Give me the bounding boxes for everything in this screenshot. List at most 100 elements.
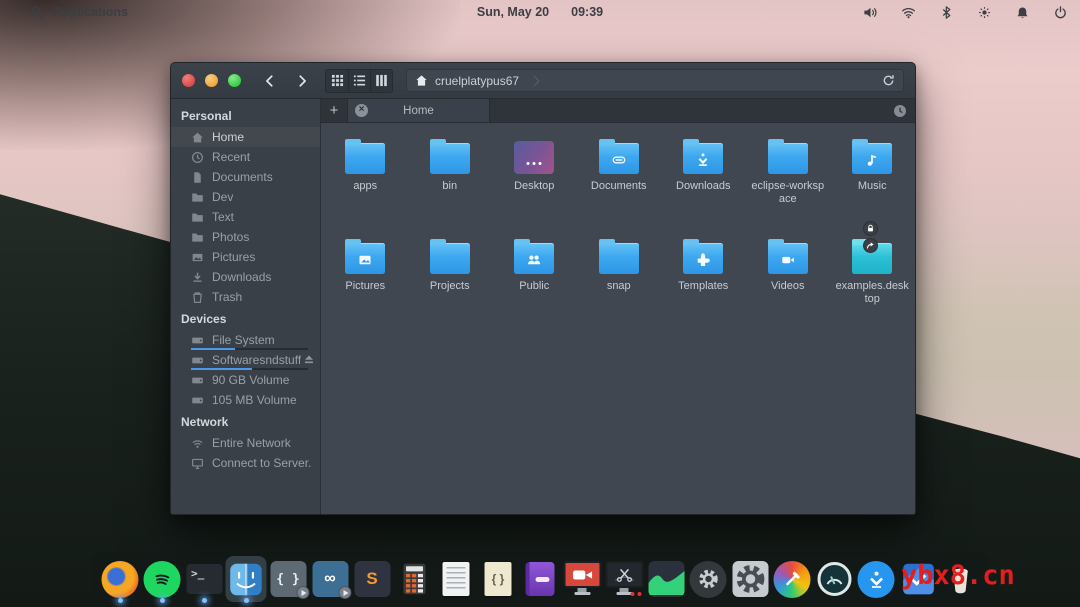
clock[interactable]: Sun, May 20 09:39 bbox=[477, 5, 603, 19]
dock-screen-recorder-icon[interactable] bbox=[562, 556, 603, 602]
file-projects[interactable]: Projects bbox=[408, 228, 493, 320]
notifications-icon[interactable] bbox=[1015, 5, 1030, 20]
file-label: examples.desktop bbox=[834, 280, 910, 306]
list-view-button[interactable] bbox=[348, 70, 370, 92]
file-videos[interactable]: Videos bbox=[746, 228, 831, 320]
search-icon bbox=[30, 5, 45, 20]
dock-text-editor-icon[interactable] bbox=[436, 556, 477, 602]
tab-history-icon[interactable] bbox=[893, 104, 907, 118]
dock-downloader-icon[interactable] bbox=[856, 556, 897, 602]
folder-icon bbox=[599, 143, 639, 174]
sidebar-item-file-system[interactable]: File System bbox=[171, 330, 320, 350]
folder-icon bbox=[191, 231, 204, 244]
sidebar-item-label: Recent bbox=[212, 150, 250, 164]
wifi-icon[interactable] bbox=[901, 5, 916, 20]
dock-journal-icon[interactable] bbox=[520, 556, 561, 602]
forward-button[interactable] bbox=[289, 68, 315, 94]
breadcrumb-location[interactable]: cruelplatypus67 bbox=[435, 74, 519, 88]
arrow-emblem-icon bbox=[695, 152, 712, 169]
sidebar-item-photos[interactable]: Photos bbox=[171, 227, 320, 247]
dock-gauge-icon[interactable] bbox=[814, 556, 855, 602]
dock-sublime-text-icon[interactable]: S bbox=[352, 556, 393, 602]
dock-code-file-icon[interactable]: { } bbox=[478, 556, 519, 602]
file-label: bin bbox=[442, 180, 457, 193]
file-music[interactable]: Music bbox=[830, 128, 915, 220]
note-emblem-icon bbox=[864, 152, 881, 169]
file-bin[interactable]: bin bbox=[408, 128, 493, 220]
titlebar[interactable]: cruelplatypus67 bbox=[171, 63, 915, 99]
volume-icon[interactable] bbox=[863, 5, 878, 20]
bluetooth-icon[interactable] bbox=[939, 5, 954, 20]
tab-home[interactable]: × Home bbox=[348, 99, 490, 122]
dock-system-monitor-icon[interactable] bbox=[646, 556, 687, 602]
file-label: Documents bbox=[591, 180, 647, 193]
file-eclipse-workspace[interactable]: eclipse-workspace bbox=[746, 128, 831, 220]
home-icon bbox=[415, 74, 428, 87]
column-view-button[interactable] bbox=[370, 70, 392, 92]
recent-icon bbox=[191, 151, 204, 164]
close-window-button[interactable] bbox=[182, 74, 195, 87]
file-apps[interactable]: apps bbox=[323, 128, 408, 220]
applications-menu[interactable]: Applications bbox=[30, 5, 128, 20]
pathbar[interactable]: cruelplatypus67 bbox=[406, 69, 904, 92]
grid-view-button[interactable] bbox=[326, 70, 348, 92]
dock-files-icon[interactable] bbox=[226, 556, 267, 602]
sidebar-item-pictures[interactable]: Pictures bbox=[171, 247, 320, 267]
file-public[interactable]: Public bbox=[492, 228, 577, 320]
tab-label: Home bbox=[368, 105, 469, 117]
file-documents[interactable]: Documents bbox=[577, 128, 662, 220]
sidebar-item-documents[interactable]: Documents bbox=[171, 167, 320, 187]
dock-code-editor-icon[interactable]: { } bbox=[268, 556, 309, 602]
dock-firefox-icon[interactable] bbox=[100, 556, 141, 602]
sidebar-item-label: Home bbox=[212, 130, 244, 144]
sidebar-item-entire-network[interactable]: Entire Network bbox=[171, 433, 320, 453]
folder-icon bbox=[768, 243, 808, 274]
new-tab-button[interactable]: + bbox=[321, 99, 348, 122]
maximize-window-button[interactable] bbox=[228, 74, 241, 87]
file-examples-desktop[interactable]: examples.desktop bbox=[830, 228, 915, 320]
file-templates[interactable]: Templates bbox=[661, 228, 746, 320]
dock-calculator-icon[interactable] bbox=[394, 556, 435, 602]
sidebar-item-connect-to-server-[interactable]: Connect to Server... bbox=[171, 453, 320, 473]
folder-icon bbox=[852, 143, 892, 174]
file-pictures[interactable]: Pictures bbox=[323, 228, 408, 320]
dock-color-picker-icon[interactable] bbox=[772, 556, 813, 602]
brightness-icon[interactable] bbox=[977, 5, 992, 20]
sidebar-item-90-gb-volume[interactable]: 90 GB Volume bbox=[171, 370, 320, 390]
file-snap[interactable]: snap bbox=[577, 228, 662, 320]
dock: >_{ }∞S{ } bbox=[92, 552, 989, 607]
dock-tweaks-icon[interactable] bbox=[730, 556, 771, 602]
sidebar-section-personal: Personal bbox=[171, 104, 320, 127]
dock-screenshot-tool-icon[interactable] bbox=[604, 556, 645, 602]
running-indicator bbox=[118, 598, 123, 603]
sidebar-item-home[interactable]: Home bbox=[171, 127, 320, 147]
refresh-icon[interactable] bbox=[882, 74, 895, 87]
dock-spotify-icon[interactable] bbox=[142, 556, 183, 602]
sidebar-item-softwaresndstuff[interactable]: Softwaresndstuff bbox=[171, 350, 320, 370]
sidebar-item-dev[interactable]: Dev bbox=[171, 187, 320, 207]
network-icon bbox=[191, 437, 204, 450]
download-icon bbox=[191, 271, 204, 284]
tab-close-icon[interactable]: × bbox=[355, 104, 368, 117]
sidebar-item-trash[interactable]: Trash bbox=[171, 287, 320, 307]
back-button[interactable] bbox=[257, 68, 283, 94]
folder-icon bbox=[191, 191, 204, 204]
sidebar-item-label: Documents bbox=[212, 170, 273, 184]
dock-visual-studio-icon[interactable]: ∞ bbox=[310, 556, 351, 602]
file-downloads[interactable]: Downloads bbox=[661, 128, 746, 220]
folder-icon bbox=[430, 243, 470, 274]
sidebar-item-downloads[interactable]: Downloads bbox=[171, 267, 320, 287]
power-icon[interactable] bbox=[1053, 5, 1068, 20]
dock-terminal-icon[interactable]: >_ bbox=[184, 556, 225, 602]
minimize-window-button[interactable] bbox=[205, 74, 218, 87]
people-emblem-icon bbox=[526, 252, 543, 269]
dock-settings-icon[interactable] bbox=[688, 556, 729, 602]
sidebar-item-recent[interactable]: Recent bbox=[171, 147, 320, 167]
sidebar-item-text[interactable]: Text bbox=[171, 207, 320, 227]
file-desktop[interactable]: Desktop bbox=[492, 128, 577, 220]
top-panel: Applications Sun, May 20 09:39 bbox=[0, 0, 1080, 24]
eject-icon[interactable] bbox=[303, 354, 315, 365]
applications-label: Applications bbox=[53, 5, 128, 19]
file-manager-window: cruelplatypus67 Personal Home Recent Docume… bbox=[170, 62, 916, 515]
sidebar-item-105-mb-volume[interactable]: 105 MB Volume bbox=[171, 390, 320, 410]
